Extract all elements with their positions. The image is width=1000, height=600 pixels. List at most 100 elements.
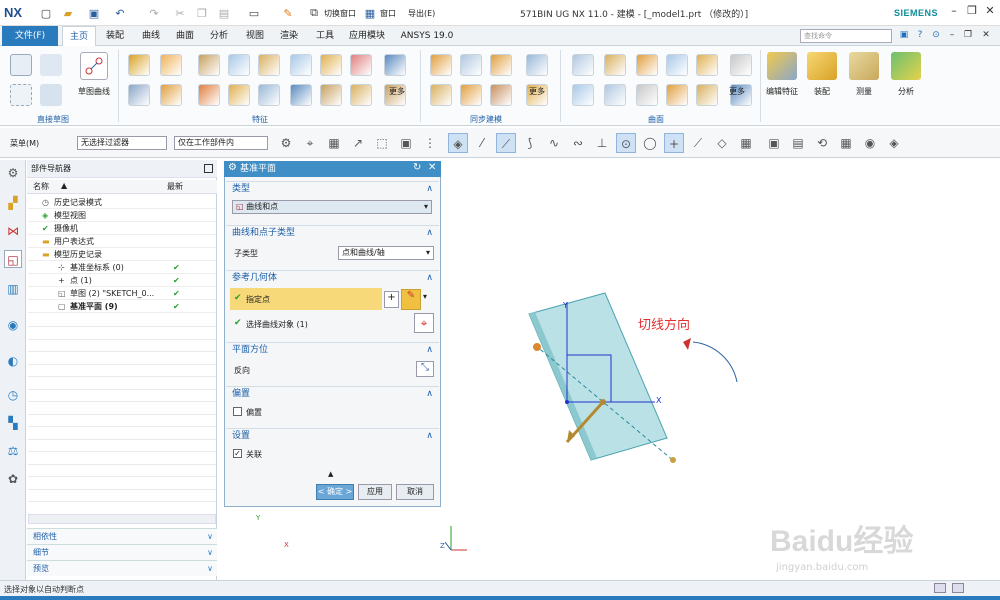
open-folder-icon[interactable]: ▰ — [60, 5, 76, 21]
doc-minimize-icon[interactable]: – — [946, 30, 958, 42]
command-search-input[interactable]: 查找命令 — [800, 29, 892, 43]
specify-point-row[interactable]: ✔ 指定点 — [230, 288, 382, 310]
tab-home[interactable]: 主页 — [62, 26, 96, 46]
status-icon-1[interactable] — [934, 583, 946, 593]
save-icon[interactable]: ▣ — [86, 5, 102, 21]
navigator-row[interactable]: ◈ 模型视图 — [28, 209, 216, 222]
col-name-header[interactable]: 名称 — [33, 181, 49, 192]
accordion-dependencies[interactable]: 相依性 ∨ — [27, 528, 217, 544]
face-icon[interactable]: ◇ — [712, 133, 732, 153]
ribbon-tool-icon[interactable] — [696, 54, 718, 76]
ribbon-tool-icon[interactable] — [490, 54, 512, 76]
section-type[interactable]: 类型 ∧ — [226, 181, 439, 196]
hd3d-tools-icon[interactable]: ◉ — [4, 316, 22, 334]
crosshair-icon[interactable]: ⌖ — [414, 313, 434, 333]
ribbon-tool-icon[interactable] — [320, 54, 342, 76]
center-point-icon[interactable]: ⊙ — [616, 133, 636, 153]
help-menu-icon[interactable]: ⊙ — [930, 30, 942, 42]
ribbon-tool-icon[interactable] — [636, 84, 658, 106]
finish-sketch-icon[interactable] — [40, 84, 62, 106]
grid-icon[interactable]: ▦ — [736, 133, 756, 153]
settings-icon[interactable]: ▣ — [898, 30, 910, 42]
web-browser-icon[interactable]: ◐ — [4, 352, 22, 370]
ribbon-tool-icon[interactable] — [430, 54, 452, 76]
assembly-button[interactable]: 装配 — [804, 52, 840, 97]
dialog-gear-icon[interactable]: ⚙ — [228, 162, 237, 173]
sort-up-icon[interactable]: ▲ — [61, 181, 67, 190]
model-svg[interactable] — [445, 160, 1000, 580]
sketch-curve-label[interactable]: 草图曲线 — [72, 86, 116, 97]
perpendicular-icon[interactable]: ⊥ — [592, 133, 612, 153]
tab-curve[interactable]: 曲线 — [134, 26, 168, 46]
copy-icon[interactable]: ❐ — [194, 5, 210, 21]
circle-icon[interactable]: ◯ — [640, 133, 660, 153]
ribbon-tool-icon[interactable] — [460, 84, 482, 106]
tab-applications[interactable]: 应用模块 — [342, 26, 392, 46]
selection-intent-icon[interactable]: ▦ — [324, 133, 344, 153]
fit-icon[interactable]: ▣ — [764, 133, 784, 153]
roles-icon[interactable]: ✿ — [4, 470, 22, 488]
sketch-curve-icon[interactable] — [80, 52, 108, 80]
undo-icon[interactable]: ↶ — [112, 5, 128, 21]
curve-end-point[interactable] — [533, 343, 541, 351]
ribbon-tool-icon[interactable] — [228, 54, 250, 76]
tab-analysis[interactable]: 分析 — [202, 26, 236, 46]
repeat-command-icon[interactable]: ✎ — [280, 5, 296, 21]
status-icon-2[interactable] — [952, 583, 964, 593]
ribbon-tool-icon[interactable] — [258, 54, 280, 76]
doc-restore-icon[interactable]: ❐ — [962, 30, 974, 42]
dialog-close-icon[interactable]: ✕ — [428, 162, 436, 173]
menu-button[interactable]: 菜单(M) — [10, 138, 39, 149]
point-dialog-icon[interactable]: + — [384, 291, 399, 308]
ribbon-tool-icon[interactable] — [290, 54, 312, 76]
profile-icon[interactable] — [10, 84, 32, 106]
ribbon-tool-icon[interactable] — [460, 54, 482, 76]
ribbon-tool-icon[interactable] — [572, 84, 594, 106]
ribbon-tool-icon[interactable] — [666, 54, 688, 76]
ribbon-tool-icon[interactable] — [290, 84, 312, 106]
ribbon-tool-icon[interactable] — [636, 54, 658, 76]
assembly-navigator-icon[interactable]: ▞ — [4, 194, 22, 212]
spline-icon[interactable]: ∿ — [544, 133, 564, 153]
apply-button[interactable]: 应用 — [358, 484, 392, 500]
ribbon-tool-icon[interactable] — [228, 84, 250, 106]
offset-checkbox[interactable] — [233, 407, 242, 416]
move-object-icon[interactable]: ⚙ — [276, 133, 296, 153]
reverse-direction-icon[interactable]: ⤡ — [416, 361, 434, 377]
tab-view[interactable]: 视图 — [238, 26, 272, 46]
selected-point[interactable] — [600, 399, 606, 405]
ribbon-tool-icon[interactable] — [730, 54, 752, 76]
navigator-row[interactable]: ▬ 模型历史记录 — [28, 248, 216, 261]
window-button[interactable]: 窗口 — [380, 8, 396, 19]
navigator-row[interactable]: ⊹ 基准坐标系 (0) ✔ — [28, 261, 216, 274]
navigator-row[interactable]: + 点 (1) ✔ — [28, 274, 216, 287]
tab-surface[interactable]: 曲面 — [168, 26, 202, 46]
point-type-dropdown-icon[interactable]: ▾ — [423, 292, 427, 301]
zoom-icon[interactable]: ▤ — [788, 133, 808, 153]
analysis-button[interactable]: 分析 — [888, 52, 924, 97]
navigator-row[interactable]: ✔ 摄像机 — [28, 222, 216, 235]
subtype-dropdown[interactable]: 点和曲线/轴 ▾ — [338, 246, 434, 260]
new-file-icon[interactable]: ▢ — [38, 5, 54, 21]
tab-ansys[interactable]: ANSYS 19.0 — [396, 26, 458, 46]
render-style-icon[interactable]: ◉ — [860, 133, 880, 153]
point-on-curve-icon[interactable]: + — [664, 133, 684, 153]
navigator-hscrollbar[interactable] — [28, 514, 216, 524]
ribbon-tool-icon[interactable] — [160, 84, 182, 106]
ribbon-tool-icon[interactable] — [128, 84, 150, 106]
navigator-row[interactable]: ▬ 用户表达式 — [28, 235, 216, 248]
ribbon-tool-icon[interactable] — [198, 84, 220, 106]
navigator-row[interactable]: ▢ 基准平面 (9) ✔ — [28, 300, 216, 313]
section-offset[interactable]: 偏置 ∧ — [226, 386, 439, 401]
curve-end-icon[interactable]: ⟋ — [496, 133, 516, 153]
view-icon[interactable]: ▦ — [836, 133, 856, 153]
help-icon[interactable]: ? — [914, 30, 926, 42]
rotate-icon[interactable]: ⟲ — [812, 133, 832, 153]
ribbon-tool-icon[interactable] — [490, 84, 512, 106]
ok-button[interactable]: < 确定 > — [316, 484, 354, 500]
sketch-icon[interactable] — [10, 54, 32, 76]
constraint-navigator-icon[interactable]: ⋈ — [4, 222, 22, 240]
reuse-library-icon[interactable]: ▥ — [4, 280, 22, 298]
ribbon-tool-icon[interactable] — [350, 84, 372, 106]
sync-more-button[interactable]: 更多 — [524, 86, 550, 97]
